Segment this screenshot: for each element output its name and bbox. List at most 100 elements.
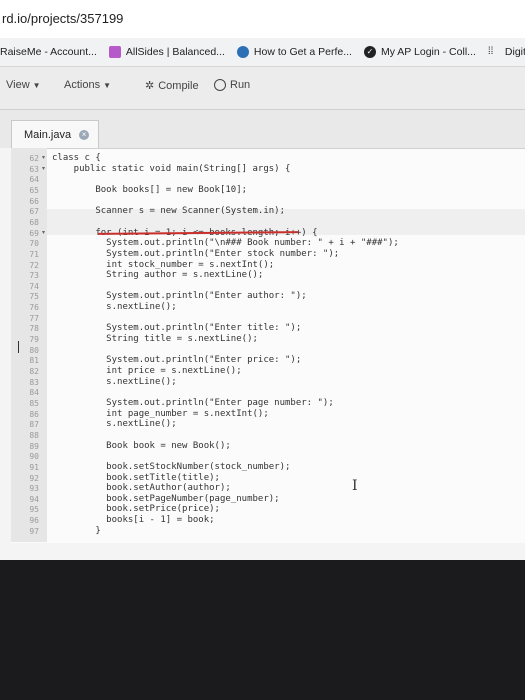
line-number: 90 (29, 452, 39, 462)
bookmark-allsides[interactable]: AllSides | Balanced... (108, 46, 225, 58)
code-line: String author = s.nextLine(); (52, 270, 264, 281)
line-number: 71 (29, 249, 39, 259)
line-number: 73 (29, 271, 39, 281)
line-number: 69 (29, 228, 39, 238)
allsides-icon (108, 46, 121, 58)
code-line: s.nextLine(); (52, 419, 177, 430)
actions-menu-button[interactable]: Actions ▼ (64, 79, 111, 91)
line-number: 74 (29, 281, 39, 291)
line-number: 94 (29, 494, 39, 504)
code-line: System.out.println("\n### Book number: "… (52, 238, 399, 249)
toolbar: View ▼ Actions ▼ ✲ Compile Run (0, 67, 525, 110)
check-circle-icon: ✓ (363, 46, 376, 58)
line-number: 63 (29, 164, 39, 174)
text-cursor (18, 341, 19, 353)
ibeam-cursor-icon: I (352, 478, 358, 494)
bookmark-label: RaiseMe - Account... (0, 46, 97, 58)
code-line: s.nextLine(); (52, 302, 177, 313)
line-number: 89 (29, 441, 39, 451)
bookmark-label: My AP Login - Coll... (380, 46, 476, 58)
bookmark-label: How to Get a Perfe... (253, 46, 352, 58)
line-number: 68 (29, 217, 39, 227)
line-number: 79 (29, 335, 39, 345)
line-number: 62 (29, 154, 39, 163)
view-label: View (6, 79, 30, 91)
line-number: 70 (29, 239, 39, 249)
code-line: class c { (52, 153, 101, 163)
line-number: 80 (29, 345, 39, 355)
line-number: 84 (29, 388, 39, 398)
code-line: s.nextLine(); (52, 376, 177, 387)
line-number: 82 (29, 367, 39, 376)
run-button[interactable]: Run (214, 79, 250, 91)
code-line: Book book = new Book(); (52, 440, 231, 451)
code-line: String title = s.nextLine(); (52, 334, 258, 345)
grid-icon: ⁞⁞ (487, 46, 494, 57)
view-menu-button[interactable]: View ▼ (6, 79, 41, 91)
bookmark-raiseme[interactable]: RaiseMe - Account... (0, 46, 97, 58)
code-line: System.out.println("Enter author: "); (52, 291, 307, 302)
line-number: 76 (29, 303, 39, 313)
line-number: 75 (29, 292, 39, 302)
compile-label: Compile (158, 79, 199, 92)
line-number: 88 (29, 430, 39, 440)
bookmarks-bar: RaiseMe - Account... AllSides | Balanced… (0, 38, 525, 67)
screen-bezel (0, 560, 525, 700)
line-number: 97 (29, 526, 39, 536)
line-number: 87 (29, 420, 39, 430)
line-number: 86 (29, 409, 39, 419)
line-number: 92 (29, 473, 39, 483)
bookmark-ap-login[interactable]: ✓ My AP Login - Coll... (363, 46, 476, 58)
code-line: System.out.println("Enter title: "); (52, 323, 302, 334)
actions-label: Actions (64, 79, 101, 91)
line-number: 95 (29, 505, 39, 515)
code-line: public static void main(String[] args) { (52, 163, 291, 174)
code-line: int stock_number = s.nextInt(); (52, 259, 275, 270)
bookmark-label: AllSides | Balanced... (125, 46, 225, 58)
line-number: 66 (29, 196, 39, 206)
run-label: Run (230, 79, 251, 91)
code-line: book.setPageNumber(page_number); (52, 493, 280, 504)
code-line: System.out.println("Enter stock number: … (52, 248, 340, 259)
code-line: Scanner s = new Scanner(System.in); (52, 206, 285, 217)
compile-button[interactable]: ✲ Compile (145, 79, 199, 93)
fold-arrow-icon[interactable]: ▾ (42, 229, 45, 236)
line-number: 64 (29, 175, 39, 185)
code-line: } (52, 525, 101, 536)
code-line: book.setPrice(price); (52, 504, 220, 515)
line-number: 93 (29, 484, 39, 494)
file-tab-bar: Main.java × (0, 110, 525, 148)
play-circle-icon (214, 79, 226, 91)
caret-down-icon: ▼ (103, 80, 111, 90)
bookmark-label: Digita (504, 46, 525, 58)
line-number: 65 (29, 185, 39, 195)
file-tab-main-java[interactable]: Main.java × (11, 120, 99, 148)
code-line: book.setTitle(title); (52, 472, 220, 483)
code-line: books[i - 1] = book; (52, 515, 215, 526)
code-line: System.out.println("Enter page number: "… (52, 397, 334, 408)
file-tab-label: Main.java (24, 128, 72, 141)
gear-icon: ✲ (145, 80, 155, 92)
globe-icon (236, 46, 249, 58)
line-number: 96 (29, 516, 39, 526)
code-line: book.setStockNumber(stock_number); (52, 461, 291, 472)
line-number: 78 (29, 324, 39, 334)
code-line: System.out.println("Enter price: "); (52, 355, 302, 366)
fold-arrow-icon[interactable]: ▾ (42, 154, 45, 161)
line-number: 81 (29, 356, 39, 366)
code-line: Book books[] = new Book[10]; (52, 184, 248, 195)
code-line: int page_number = s.nextInt(); (52, 408, 269, 419)
caret-down-icon: ▼ (32, 80, 41, 90)
line-number: 83 (29, 377, 39, 387)
close-icon[interactable]: × (79, 129, 90, 140)
line-number: 85 (29, 398, 39, 408)
fold-arrow-icon[interactable]: ▾ (42, 165, 45, 172)
line-number: 67 (29, 207, 39, 217)
url-text: rd.io/projects/357199 (2, 11, 124, 26)
line-number: 72 (29, 260, 39, 270)
bookmark-perfect[interactable]: How to Get a Perfe... (236, 46, 352, 58)
address-bar[interactable]: rd.io/projects/357199 (0, 0, 525, 38)
bookmark-digital[interactable]: ⁞⁞ Digita (488, 46, 525, 58)
code-line: book.setAuthor(author); (52, 483, 231, 494)
line-number: 77 (29, 313, 39, 323)
